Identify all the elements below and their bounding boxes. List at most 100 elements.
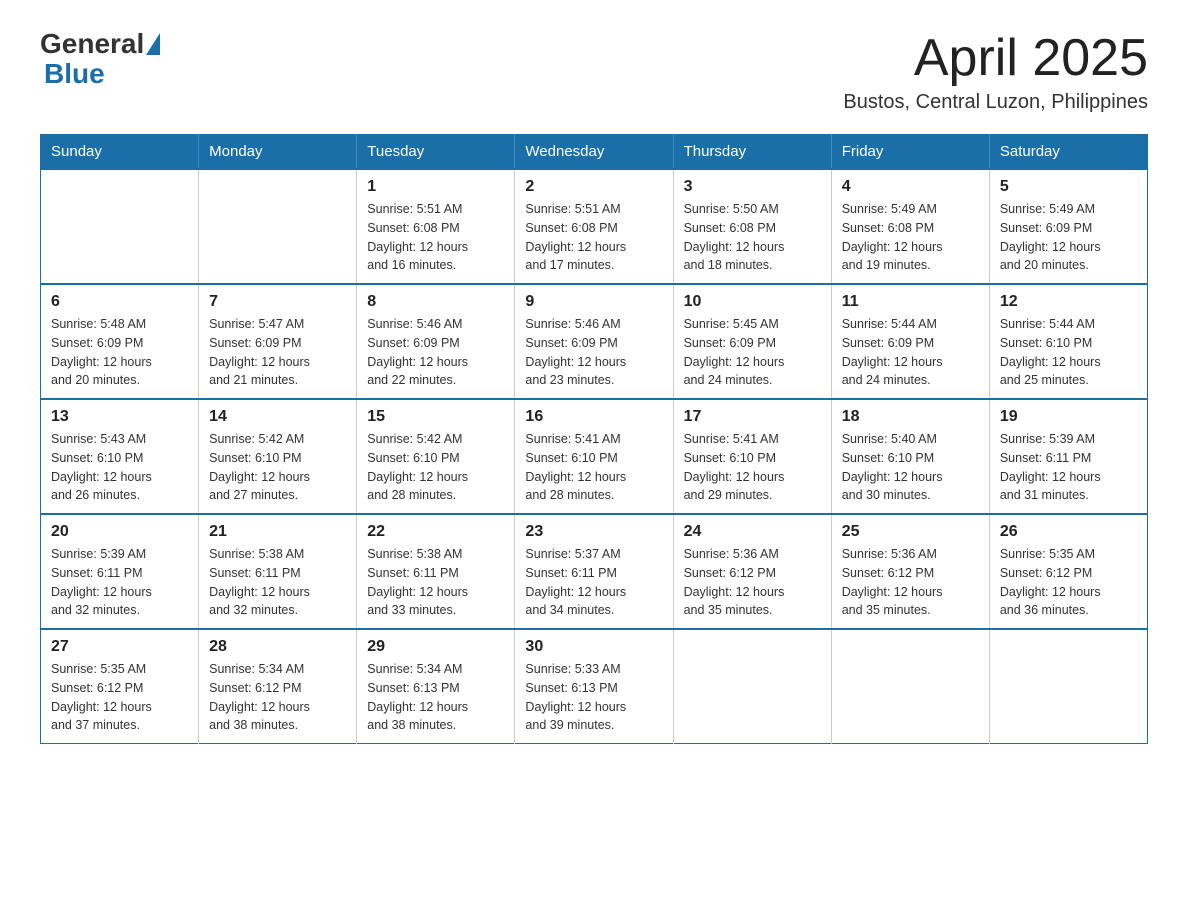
day-number: 27 bbox=[51, 638, 188, 656]
header-wednesday: Wednesday bbox=[515, 135, 673, 170]
calendar-week-3: 13Sunrise: 5:43 AM Sunset: 6:10 PM Dayli… bbox=[41, 399, 1148, 514]
calendar-cell: 24 Sunrise: 5:36 AM Sunset: 6:12 PM Dayli… bbox=[673, 514, 831, 629]
calendar-cell bbox=[199, 169, 357, 284]
calendar-cell: 20 Sunrise: 5:39 AM Sunset: 6:11 PM Dayli… bbox=[41, 514, 199, 629]
calendar-cell: 8Sunrise: 5:46 AM Sunset: 6:09 PM Daylig… bbox=[357, 284, 515, 399]
day-info: Sunrise: 5:35 AM Sunset: 6:12 PM Dayligh… bbox=[51, 660, 188, 735]
day-info: Sunrise: 5:42 AM Sunset: 6:10 PM Dayligh… bbox=[367, 430, 504, 505]
calendar-week-4: 20 Sunrise: 5:39 AM Sunset: 6:11 PM Dayli… bbox=[41, 514, 1148, 629]
calendar-week-2: 6 Sunrise: 5:48 AM Sunset: 6:09 PM Daylig… bbox=[41, 284, 1148, 399]
day-number: 21 bbox=[209, 523, 346, 541]
day-info: Sunrise: 5:41 AM Sunset: 6:10 PM Dayligh… bbox=[525, 430, 662, 505]
day-number: 11 bbox=[842, 293, 979, 311]
day-number: 12 bbox=[1000, 293, 1137, 311]
day-number: 20 bbox=[51, 523, 188, 541]
calendar-week-1: 1 Sunrise: 5:51 AM Sunset: 6:08 PM Daylig… bbox=[41, 169, 1148, 284]
calendar-cell: 26Sunrise: 5:35 AM Sunset: 6:12 PM Dayli… bbox=[989, 514, 1147, 629]
calendar-cell: 1 Sunrise: 5:51 AM Sunset: 6:08 PM Daylig… bbox=[357, 169, 515, 284]
day-number: 28 bbox=[209, 638, 346, 656]
day-info: Sunrise: 5:42 AM Sunset: 6:10 PM Dayligh… bbox=[209, 430, 346, 505]
day-info: Sunrise: 5:49 AM Sunset: 6:09 PM Dayligh… bbox=[1000, 200, 1137, 275]
calendar-table: Sunday Monday Tuesday Wednesday Thursday… bbox=[40, 134, 1148, 744]
day-info: Sunrise: 5:44 AM Sunset: 6:10 PM Dayligh… bbox=[1000, 315, 1137, 390]
logo-blue-text: Blue bbox=[44, 58, 105, 89]
calendar-week-5: 27 Sunrise: 5:35 AM Sunset: 6:12 PM Dayli… bbox=[41, 629, 1148, 744]
calendar-cell: 9 Sunrise: 5:46 AM Sunset: 6:09 PM Daylig… bbox=[515, 284, 673, 399]
header-saturday: Saturday bbox=[989, 135, 1147, 170]
day-info: Sunrise: 5:35 AM Sunset: 6:12 PM Dayligh… bbox=[1000, 545, 1137, 620]
month-title: April 2025 bbox=[843, 30, 1148, 87]
calendar-cell: 7 Sunrise: 5:47 AM Sunset: 6:09 PM Daylig… bbox=[199, 284, 357, 399]
day-info: Sunrise: 5:51 AM Sunset: 6:08 PM Dayligh… bbox=[525, 200, 662, 275]
day-number: 5 bbox=[1000, 178, 1137, 196]
day-number: 14 bbox=[209, 408, 346, 426]
day-info: Sunrise: 5:45 AM Sunset: 6:09 PM Dayligh… bbox=[684, 315, 821, 390]
day-info: Sunrise: 5:50 AM Sunset: 6:08 PM Dayligh… bbox=[684, 200, 821, 275]
day-info: Sunrise: 5:47 AM Sunset: 6:09 PM Dayligh… bbox=[209, 315, 346, 390]
day-number: 1 bbox=[367, 178, 504, 196]
day-number: 6 bbox=[51, 293, 188, 311]
calendar-cell: 29 Sunrise: 5:34 AM Sunset: 6:13 PM Dayli… bbox=[357, 629, 515, 744]
header-monday: Monday bbox=[199, 135, 357, 170]
location-subtitle: Bustos, Central Luzon, Philippines bbox=[843, 91, 1148, 114]
day-number: 23 bbox=[525, 523, 662, 541]
calendar-body: 1 Sunrise: 5:51 AM Sunset: 6:08 PM Daylig… bbox=[41, 169, 1148, 744]
day-info: Sunrise: 5:37 AM Sunset: 6:11 PM Dayligh… bbox=[525, 545, 662, 620]
day-info: Sunrise: 5:33 AM Sunset: 6:13 PM Dayligh… bbox=[525, 660, 662, 735]
day-number: 13 bbox=[51, 408, 188, 426]
calendar-cell: 25 Sunrise: 5:36 AM Sunset: 6:12 PM Dayli… bbox=[831, 514, 989, 629]
header-friday: Friday bbox=[831, 135, 989, 170]
day-info: Sunrise: 5:41 AM Sunset: 6:10 PM Dayligh… bbox=[684, 430, 821, 505]
calendar-cell bbox=[989, 629, 1147, 744]
calendar-cell: 10Sunrise: 5:45 AM Sunset: 6:09 PM Dayli… bbox=[673, 284, 831, 399]
day-number: 19 bbox=[1000, 408, 1137, 426]
day-number: 17 bbox=[684, 408, 821, 426]
day-number: 4 bbox=[842, 178, 979, 196]
day-number: 22 bbox=[367, 523, 504, 541]
day-number: 29 bbox=[367, 638, 504, 656]
day-info: Sunrise: 5:39 AM Sunset: 6:11 PM Dayligh… bbox=[51, 545, 188, 620]
calendar-cell: 28 Sunrise: 5:34 AM Sunset: 6:12 PM Dayli… bbox=[199, 629, 357, 744]
day-info: Sunrise: 5:46 AM Sunset: 6:09 PM Dayligh… bbox=[525, 315, 662, 390]
day-info: Sunrise: 5:36 AM Sunset: 6:12 PM Dayligh… bbox=[842, 545, 979, 620]
calendar-cell: 30Sunrise: 5:33 AM Sunset: 6:13 PM Dayli… bbox=[515, 629, 673, 744]
calendar-cell: 15 Sunrise: 5:42 AM Sunset: 6:10 PM Dayli… bbox=[357, 399, 515, 514]
day-info: Sunrise: 5:38 AM Sunset: 6:11 PM Dayligh… bbox=[367, 545, 504, 620]
header-thursday: Thursday bbox=[673, 135, 831, 170]
calendar-cell bbox=[831, 629, 989, 744]
day-number: 2 bbox=[525, 178, 662, 196]
header-sunday: Sunday bbox=[41, 135, 199, 170]
calendar-cell: 2 Sunrise: 5:51 AM Sunset: 6:08 PM Daylig… bbox=[515, 169, 673, 284]
day-number: 24 bbox=[684, 523, 821, 541]
calendar-cell: 16 Sunrise: 5:41 AM Sunset: 6:10 PM Dayli… bbox=[515, 399, 673, 514]
day-info: Sunrise: 5:34 AM Sunset: 6:12 PM Dayligh… bbox=[209, 660, 346, 735]
calendar-cell: 27 Sunrise: 5:35 AM Sunset: 6:12 PM Dayli… bbox=[41, 629, 199, 744]
day-number: 7 bbox=[209, 293, 346, 311]
page-header: General Blue April 2025 Bustos, Central … bbox=[40, 30, 1148, 114]
calendar-cell: 6 Sunrise: 5:48 AM Sunset: 6:09 PM Daylig… bbox=[41, 284, 199, 399]
day-info: Sunrise: 5:36 AM Sunset: 6:12 PM Dayligh… bbox=[684, 545, 821, 620]
title-section: April 2025 Bustos, Central Luzon, Philip… bbox=[843, 30, 1148, 114]
calendar-cell: 18Sunrise: 5:40 AM Sunset: 6:10 PM Dayli… bbox=[831, 399, 989, 514]
calendar-cell: 17 Sunrise: 5:41 AM Sunset: 6:10 PM Dayli… bbox=[673, 399, 831, 514]
day-info: Sunrise: 5:38 AM Sunset: 6:11 PM Dayligh… bbox=[209, 545, 346, 620]
day-info: Sunrise: 5:39 AM Sunset: 6:11 PM Dayligh… bbox=[1000, 430, 1137, 505]
calendar-cell bbox=[673, 629, 831, 744]
day-info: Sunrise: 5:49 AM Sunset: 6:08 PM Dayligh… bbox=[842, 200, 979, 275]
day-number: 15 bbox=[367, 408, 504, 426]
day-number: 3 bbox=[684, 178, 821, 196]
calendar-cell: 19 Sunrise: 5:39 AM Sunset: 6:11 PM Dayli… bbox=[989, 399, 1147, 514]
day-number: 9 bbox=[525, 293, 662, 311]
day-number: 16 bbox=[525, 408, 662, 426]
day-number: 25 bbox=[842, 523, 979, 541]
calendar-cell: 22 Sunrise: 5:38 AM Sunset: 6:11 PM Dayli… bbox=[357, 514, 515, 629]
day-info: Sunrise: 5:34 AM Sunset: 6:13 PM Dayligh… bbox=[367, 660, 504, 735]
header-tuesday: Tuesday bbox=[357, 135, 515, 170]
calendar-cell: 13Sunrise: 5:43 AM Sunset: 6:10 PM Dayli… bbox=[41, 399, 199, 514]
logo: General Blue bbox=[40, 30, 162, 90]
day-info: Sunrise: 5:51 AM Sunset: 6:08 PM Dayligh… bbox=[367, 200, 504, 275]
day-number: 18 bbox=[842, 408, 979, 426]
header-row: Sunday Monday Tuesday Wednesday Thursday… bbox=[41, 135, 1148, 170]
calendar-cell: 3 Sunrise: 5:50 AM Sunset: 6:08 PM Daylig… bbox=[673, 169, 831, 284]
day-info: Sunrise: 5:48 AM Sunset: 6:09 PM Dayligh… bbox=[51, 315, 188, 390]
